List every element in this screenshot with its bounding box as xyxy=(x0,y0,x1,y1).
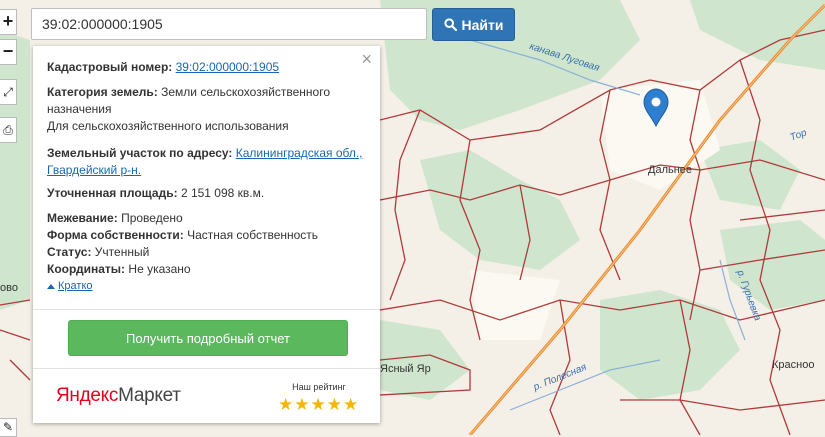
search-button[interactable]: Найти xyxy=(432,8,515,41)
brand-part-1: Яндекс xyxy=(56,385,119,406)
collapse-link-label: Кратко xyxy=(58,280,93,292)
cadastral-search-input[interactable] xyxy=(31,8,427,40)
divider xyxy=(33,309,380,310)
ruler-icon[interactable]: ✎ xyxy=(0,418,17,437)
collapse-link[interactable]: Кратко xyxy=(47,280,93,292)
place-label-ovo: ово xyxy=(0,282,18,294)
land-usage-value: Для сельскохозяйственного использования xyxy=(47,119,289,133)
fullscreen-icon[interactable]: ⤢ xyxy=(0,79,17,105)
survey-value: Проведено xyxy=(121,211,183,225)
search-icon xyxy=(443,18,457,31)
ownership-row: Форма собственности: Частная собственнос… xyxy=(47,227,366,244)
area-label: Уточненная площадь: xyxy=(47,186,178,200)
star-icon: ★ xyxy=(310,395,326,414)
area-row: Уточненная площадь: 2 151 098 кв.м. xyxy=(47,185,366,202)
parcel-info-popup: × Кадастровый номер: 39:02:000000:1905 К… xyxy=(33,46,380,423)
brand-part-2: Маркет xyxy=(118,385,181,406)
land-category-label: Категория земель: xyxy=(47,85,158,99)
search-button-label: Найти xyxy=(461,16,504,33)
star-icon: ★ xyxy=(326,395,342,414)
cadastral-number-label: Кадастровый номер: xyxy=(47,60,173,74)
rating-label: Наш рейтинг xyxy=(292,382,346,392)
star-icon: ★ xyxy=(294,395,310,414)
divider xyxy=(33,368,380,369)
coordinates-row: Координаты: Не указано xyxy=(47,261,366,278)
place-label-dalnee: Дальнее xyxy=(648,164,693,176)
place-label-yar: Ясный Яр xyxy=(380,363,431,375)
ownership-label: Форма собственности: xyxy=(47,228,184,242)
yandex-market-logo[interactable]: ЯндексМаркет xyxy=(56,385,181,407)
cadastral-number-link[interactable]: 39:02:000000:1905 xyxy=(176,60,279,74)
ownership-value: Частная собственность xyxy=(187,228,319,242)
print-icon[interactable]: ⎙ xyxy=(0,117,17,143)
rating-stars: ★ ★ ★ ★ ★ xyxy=(278,396,358,413)
survey-label: Межевание: xyxy=(47,211,118,225)
zoom-out-button[interactable]: − xyxy=(0,39,17,65)
land-category-row: Категория земель: Земли сельскохозяйстве… xyxy=(47,84,366,118)
zoom-in-button[interactable]: + xyxy=(0,9,17,35)
address-label: Земельный участок по адресу: xyxy=(47,146,233,160)
coordinates-value: Не указано xyxy=(128,262,191,276)
survey-row: Межевание: Проведено xyxy=(47,210,366,227)
star-icon: ★ xyxy=(343,395,359,414)
place-label-krasnoe: Красноо xyxy=(772,359,815,371)
status-value: Учтенный xyxy=(94,245,150,259)
star-icon: ★ xyxy=(278,395,294,414)
caret-up-icon xyxy=(47,283,55,289)
get-report-button[interactable]: Получить подробный отчет xyxy=(68,320,348,356)
cadastral-number-row: Кадастровый номер: 39:02:000000:1905 xyxy=(47,59,366,76)
coordinates-label: Координаты: xyxy=(47,262,126,276)
area-value: 2 151 098 кв.м. xyxy=(180,186,265,200)
status-label: Статус: xyxy=(47,245,92,259)
address-row: Земельный участок по адресу: Калининград… xyxy=(47,145,366,179)
status-row: Статус: Учтенный xyxy=(47,244,366,261)
